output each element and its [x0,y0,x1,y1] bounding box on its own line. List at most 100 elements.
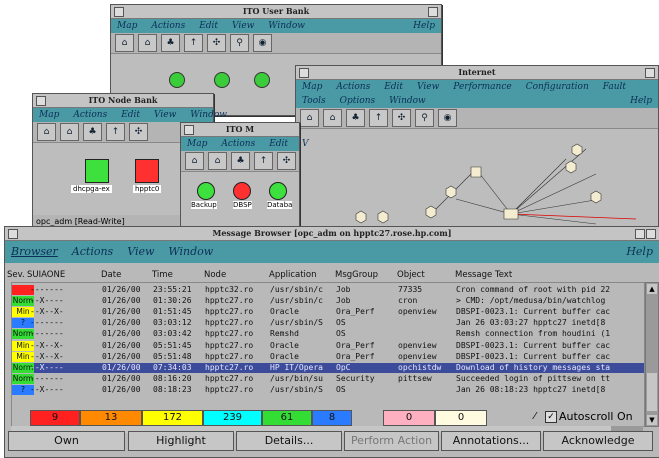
up-arrow-icon[interactable]: ↑ [369,109,388,127]
window-menu-icon[interactable] [8,229,18,239]
menu-actions[interactable]: Actions [151,19,185,33]
tree-icon[interactable]: ♣ [231,152,250,170]
search-icon[interactable]: ⚲ [415,109,434,127]
maximize-icon[interactable] [645,68,655,78]
menu-edit[interactable]: Edit [121,108,140,122]
autoscroll-checkbox[interactable]: ✓ [545,411,557,423]
menu-map[interactable]: Map [187,137,207,151]
up-arrow-icon[interactable]: ↑ [184,34,203,52]
menu-window[interactable]: Window [389,94,426,108]
menu-actions[interactable]: Actions [336,80,370,94]
network-icon[interactable]: ✣ [277,152,296,170]
menu-fault[interactable]: Fault [603,80,626,94]
col-flags[interactable]: SUIAONE [27,270,65,280]
home-map-icon[interactable]: ⌂ [208,152,227,170]
up-arrow-icon[interactable]: ↑ [254,152,273,170]
menu-actions[interactable]: Actions [72,241,113,263]
dbsp-icon[interactable] [233,182,251,200]
home-map-icon[interactable]: ⌂ [323,109,342,127]
tree-icon[interactable]: ♣ [161,34,180,52]
window-menu-icon[interactable] [36,96,46,106]
network-icon[interactable]: ✣ [207,34,226,52]
menu-map[interactable]: Map [117,19,137,33]
scroll-up-icon[interactable]: ▲ [647,284,657,294]
table-row[interactable]: Norm ------- 01/26/00 08:16:20 hpptc27.ro/us… [12,373,644,385]
home-icon[interactable]: ⌂ [300,109,319,127]
menu-configuration[interactable]: Configuration [526,80,589,94]
menu-actions[interactable]: Actions [73,108,107,122]
col-date[interactable]: Date [101,270,121,280]
computer-icon[interactable] [135,159,159,183]
tree-icon[interactable]: ♣ [346,109,365,127]
search-icon[interactable]: ⚲ [230,34,249,52]
acknowledge-button[interactable]: Acknowledge [543,431,653,451]
table-row[interactable]: Min --X--X- 01/26/00 05:51:48 hpptc27.ro Orac… [12,351,644,363]
message-list[interactable]: ------- 01/26/00 23:55:21 hpptc32.ro/usr/sb… [11,282,645,427]
menu-browser[interactable]: Browser [11,241,58,263]
home-map-icon[interactable]: ⌂ [138,34,157,52]
table-row[interactable]: ? ------- 01/26/00 03:03:12 hpptc27.ro/usr/s… [12,318,644,329]
table-row[interactable]: Norm --X---- 01/26/00 07:34:03 hpptc27.ro HP … [12,362,644,374]
own-button[interactable]: Own [8,431,125,451]
highlight-button[interactable]: Highlight [128,431,234,451]
menu-edit[interactable]: Edit [199,19,218,33]
home-map-icon[interactable]: ⌂ [60,123,79,141]
annotations-button[interactable]: Annotations... [441,431,541,451]
user-node-icon[interactable] [254,72,270,88]
user-node-icon[interactable] [169,72,185,88]
col-sev[interactable]: Sev. [7,270,25,280]
menu-view[interactable]: View [232,19,254,33]
maximize-icon[interactable] [428,7,438,17]
menu-view[interactable]: V [302,137,309,151]
menu-help[interactable]: Help [630,94,652,108]
col-node[interactable]: Node [204,270,226,280]
home-icon[interactable]: ⌂ [115,34,134,52]
network-icon[interactable]: ✣ [392,109,411,127]
menu-window[interactable]: Window [190,108,227,122]
table-row[interactable]: Min --X--X- 01/26/00 01:51:45 hpptc27.ro Orac… [12,307,644,318]
hp-logo-icon[interactable]: ◉ [438,109,457,127]
menu-actions[interactable]: Actions [221,137,255,151]
scroll-down-icon[interactable]: ▼ [647,415,657,425]
menu-help[interactable]: Help [626,241,653,263]
computer-icon[interactable] [85,159,109,183]
menu-window[interactable]: Window [268,19,305,33]
details-button[interactable]: Details... [236,431,342,451]
menu-map[interactable]: Map [302,80,322,94]
internet-map-canvas[interactable] [296,129,658,231]
menu-window[interactable]: Window [168,241,213,263]
tree-icon[interactable]: ♣ [83,123,102,141]
ito-m-window[interactable]: ITO M Map Actions Edit V ⌂ ⌂ ♣ ↑ ✣ Backup DB… [180,122,309,232]
user-node-icon[interactable] [214,72,230,88]
menu-options[interactable]: Options [340,94,375,108]
scroll-thumb[interactable] [647,373,657,411]
table-row[interactable]: ? --X---- 01/26/00 08:18:23 hpptc27.ro/usr/s… [12,384,644,396]
home-icon[interactable]: ⌂ [37,123,56,141]
menu-tools[interactable]: Tools [302,94,326,108]
database-icon[interactable] [269,182,287,200]
col-message-text[interactable]: Message Text [455,270,512,280]
window-menu-icon[interactable] [184,125,194,135]
home-icon[interactable]: ⌂ [185,152,204,170]
menu-view[interactable]: View [127,241,154,263]
table-row[interactable]: Min --X--X- 01/26/00 05:51:45 hpptc27.ro Orac… [12,340,644,352]
menu-edit[interactable]: Edit [269,137,288,151]
window-menu-icon[interactable] [299,68,309,78]
table-row[interactable]: Norm ------- 01/26/00 03:03:42 hpptc27.ro Rem… [12,329,644,340]
perform-action-button[interactable]: Perform Action [344,431,439,451]
col-time[interactable]: Time [152,270,173,280]
col-object[interactable]: Object [397,270,425,280]
menu-performance[interactable]: Performance [453,80,511,94]
minimize-icon[interactable] [635,229,645,239]
menu-view[interactable]: View [154,108,176,122]
network-icon[interactable]: ✣ [129,123,148,141]
col-msggroup[interactable]: MsgGroup [335,270,378,280]
internet-window[interactable]: Internet Map Actions Edit View Performan… [295,65,659,232]
table-row[interactable]: Norm --X---- 01/26/00 01:30:26 hpptc27.ro/us… [12,296,644,307]
window-menu-icon[interactable] [114,7,124,17]
hp-logo-icon[interactable]: ◉ [253,34,272,52]
menu-edit[interactable]: Edit [384,80,403,94]
maximize-icon[interactable] [646,229,656,239]
vertical-scrollbar[interactable]: ▲ ▼ [645,282,659,427]
backup-icon[interactable] [197,182,215,200]
